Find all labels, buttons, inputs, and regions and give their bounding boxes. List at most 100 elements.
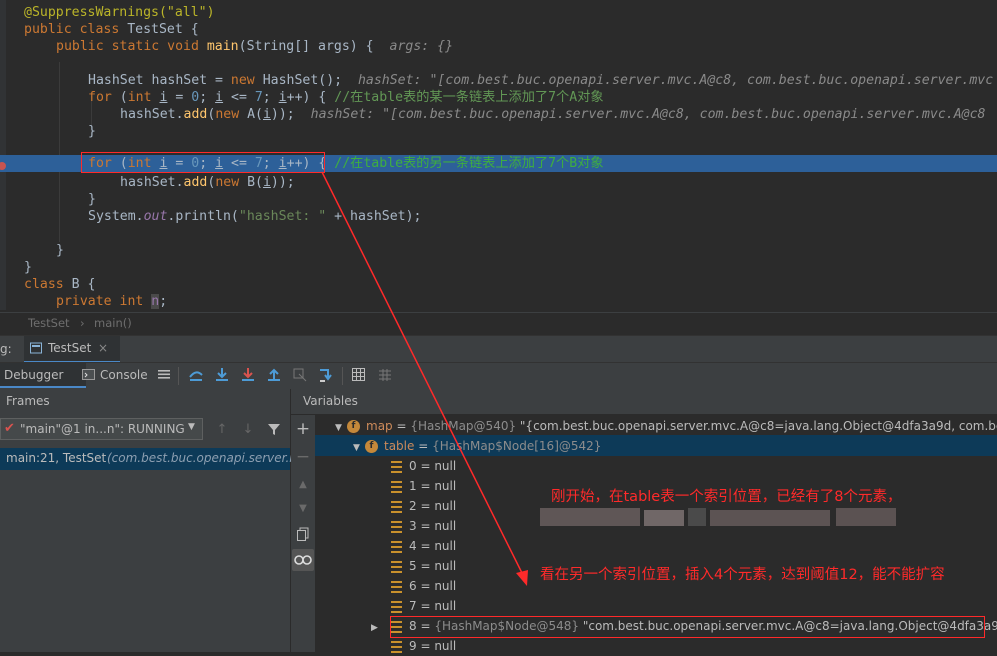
array-element-row[interactable]: 5 = null xyxy=(391,556,456,576)
copy-icon[interactable] xyxy=(295,527,311,543)
drop-frame-icon[interactable] xyxy=(292,367,308,383)
array-element-text: 5 = null xyxy=(409,559,457,573)
field-icon: f xyxy=(347,420,360,433)
arrow-up-icon[interactable]: ↑ xyxy=(214,422,230,438)
code-text: hashSet. xyxy=(120,175,184,190)
array-element-row[interactable]: 9 = null xyxy=(391,636,456,656)
class-name: HashSet xyxy=(262,73,319,88)
code-line-18: private int n; xyxy=(56,293,167,310)
array-element-icon xyxy=(391,560,402,573)
step-over-icon[interactable] xyxy=(214,367,230,383)
code-editor[interactable]: @SuppressWarnings("all") public class Te… xyxy=(0,0,997,310)
field-icon: f xyxy=(365,440,378,453)
breakpoint-icon[interactable] xyxy=(0,157,10,170)
code-line-2: public class TestSet { xyxy=(24,21,199,38)
console-icon xyxy=(82,369,96,381)
variable: i xyxy=(262,175,271,190)
code-text: A( xyxy=(247,107,263,122)
keyword: public class xyxy=(24,22,128,37)
redacted-text-block xyxy=(540,508,900,526)
show-watches-toggle[interactable] xyxy=(292,549,314,571)
evaluate-expression-icon[interactable] xyxy=(351,367,367,383)
toolbar-divider xyxy=(342,367,343,385)
code-text: ; xyxy=(262,90,279,105)
step-into-icon[interactable] xyxy=(240,367,256,383)
code-text: )); xyxy=(270,107,295,122)
breadcrumb-item-class[interactable]: TestSet xyxy=(28,316,70,330)
code-text: ; xyxy=(159,294,168,309)
array-element-icon xyxy=(391,580,402,593)
array-element-row[interactable]: 3 = null xyxy=(391,516,456,536)
tab-debugger[interactable]: Debugger xyxy=(0,363,86,388)
close-icon[interactable]: × xyxy=(98,341,108,355)
add-watch-icon[interactable]: + xyxy=(295,421,311,438)
code-text: )); xyxy=(270,175,295,190)
breadcrumb-item-method[interactable]: main() xyxy=(94,316,132,330)
code-text: ++) { xyxy=(286,90,335,105)
move-down-icon[interactable]: ▼ xyxy=(295,501,311,517)
keyword: new xyxy=(230,73,263,88)
move-up-icon[interactable]: ▲ xyxy=(295,477,311,493)
variable: i xyxy=(215,90,224,105)
method-name: add xyxy=(183,175,208,190)
keyword: new xyxy=(215,175,248,190)
code-text: } xyxy=(88,192,96,207)
frames-header-label: Frames xyxy=(6,394,50,408)
variable: i xyxy=(278,90,287,105)
checkmark-icon: ✔ xyxy=(4,421,15,436)
frames-panel: Frames ✔ "main"@1 in...n": RUNNING ▼ ↑ ↓… xyxy=(0,389,301,652)
keyword: int xyxy=(127,90,160,105)
variable-row-table[interactable]: ▼ f table = {HashMap$Node[16]@542} xyxy=(353,436,601,456)
code-line-8: } xyxy=(88,123,96,140)
equals-sign: = xyxy=(414,439,433,453)
class-name: B { xyxy=(71,277,96,292)
inline-debug-value: hashSet: "[com.best.buc.openapi.server.m… xyxy=(310,107,986,122)
array-element-text: 2 = null xyxy=(409,499,457,513)
frame-package: (com.best.buc.openapi.server.m xyxy=(107,451,301,465)
thread-selector[interactable]: ✔ "main"@1 in...n": RUNNING ▼ xyxy=(0,418,203,440)
variable-type: {HashMap@540} xyxy=(410,419,517,433)
trace-icon[interactable] xyxy=(377,367,393,383)
remove-watch-icon[interactable]: − xyxy=(295,449,311,466)
expand-arrow-icon[interactable]: ▼ xyxy=(353,438,365,458)
tab-console[interactable]: Console xyxy=(80,363,150,388)
indent-guide xyxy=(59,62,60,242)
code-line-16: } xyxy=(24,259,32,276)
run-to-cursor-icon[interactable] xyxy=(318,367,334,383)
filter-icon[interactable] xyxy=(266,422,282,438)
arrow-down-icon[interactable]: ↓ xyxy=(240,422,256,438)
array-element-row[interactable]: 0 = null xyxy=(391,456,456,476)
menu-icon[interactable] xyxy=(156,367,172,383)
array-element-row[interactable]: 4 = null xyxy=(391,536,456,556)
variables-side-toolbar: + − ▲ ▼ xyxy=(291,415,315,652)
frame-row-selected[interactable]: main:21, TestSet (com.best.buc.openapi.s… xyxy=(0,448,301,470)
equals-sign: = xyxy=(392,419,411,433)
step-out-icon[interactable] xyxy=(266,367,282,383)
tab-label: TestSet xyxy=(48,341,92,355)
variable-row-map[interactable]: ▼ f map = {HashMap@540} "{com.best.buc.ope… xyxy=(335,416,997,436)
array-element-text: 6 = null xyxy=(409,579,457,593)
keyword: new xyxy=(215,107,248,122)
tab-testset[interactable]: TestSet × xyxy=(24,336,120,363)
debug-tab-bar: g: TestSet × xyxy=(0,335,997,363)
keyword: public static void xyxy=(56,39,207,54)
code-text: + hashSet); xyxy=(326,209,422,224)
frame-location: main:21, TestSet xyxy=(6,451,107,465)
array-element-row[interactable]: 6 = null xyxy=(391,576,456,596)
inline-debug-value: hashSet: "[com.best.buc.openapi.server.m… xyxy=(357,73,994,88)
array-element-row[interactable]: 1 = null xyxy=(391,476,456,496)
array-element-row[interactable]: 7 = null xyxy=(391,596,456,616)
code-line-5: HashSet hashSet = new HashSet(); hashSet… xyxy=(88,72,993,89)
array-element-text: 9 = null xyxy=(409,639,457,653)
code-text: } xyxy=(88,124,96,139)
variable-value: "{com.best.buc.openapi.server.mvc.A@c8=j… xyxy=(516,419,997,433)
variable-name: table xyxy=(384,439,415,453)
array-element-row[interactable]: 2 = null xyxy=(391,496,456,516)
expand-arrow-icon[interactable]: ▶ xyxy=(371,618,391,638)
array-element-icon xyxy=(391,460,402,473)
debugger-toolbar: Debugger Console xyxy=(0,362,997,390)
show-execution-point-icon[interactable] xyxy=(188,367,204,383)
code-text: B( xyxy=(247,175,263,190)
array-element-icon xyxy=(391,500,402,513)
method-name: main xyxy=(206,39,239,54)
